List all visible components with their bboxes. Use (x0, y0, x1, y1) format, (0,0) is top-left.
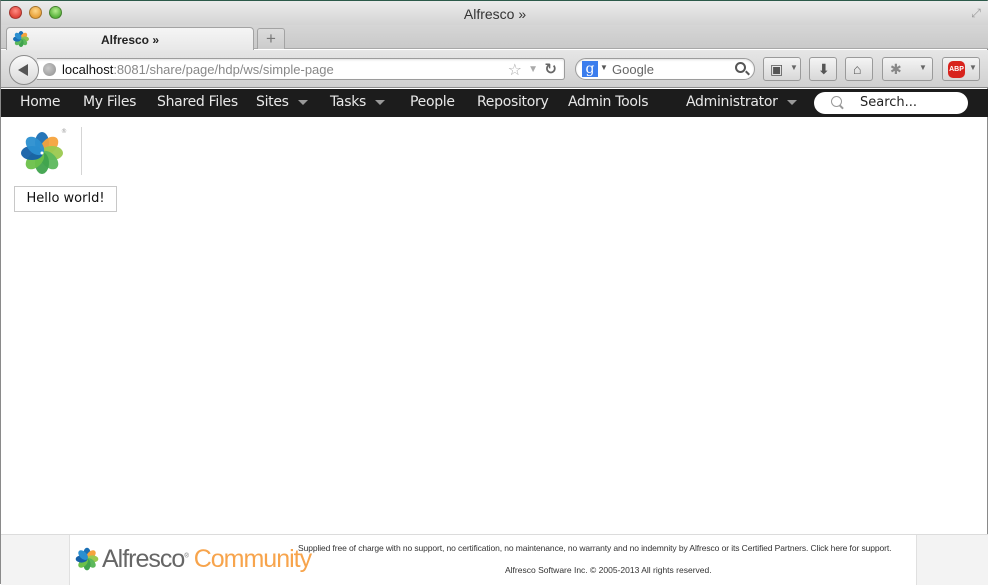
menu-item-home[interactable]: Home (20, 94, 60, 110)
addon-button[interactable]: ✱ ▼ (882, 57, 933, 81)
brand-name: Alfresco (102, 545, 185, 573)
tab-bar: Alfresco » + (1, 25, 988, 50)
menu-item-repository[interactable]: Repository (477, 94, 549, 110)
adblock-icon: ABP (948, 61, 965, 78)
home-button[interactable]: ⌂ (845, 57, 873, 81)
fullscreen-icon[interactable]: ⤢ (969, 6, 983, 20)
footer: Alfresco® Community Supplied free of cha… (1, 534, 988, 585)
footer-content: Alfresco® Community Supplied free of cha… (69, 535, 917, 585)
tab-alfresco[interactable]: Alfresco » (6, 27, 254, 50)
url-path: :8081/share/page/hdp/ws/simple-page (113, 62, 334, 77)
reload-icon[interactable]: ↻ (544, 60, 557, 78)
chevron-down-icon (786, 99, 797, 105)
menu-item-admin-tools[interactable]: Admin Tools (568, 94, 649, 110)
download-icon: ⬇ (818, 61, 830, 77)
alfresco-header-menu: Home My Files Shared Files Sites Tasks P… (1, 89, 988, 117)
bookmarks-icon: ▣ (770, 61, 784, 77)
new-tab-button[interactable]: + (257, 28, 285, 49)
search-icon[interactable] (735, 62, 746, 73)
window-title: Alfresco » (463, 6, 527, 22)
menu-item-sites[interactable]: Sites (256, 94, 308, 110)
chevron-down-icon: ▼ (790, 63, 798, 72)
engine-dropdown-icon[interactable]: ▼ (600, 63, 608, 72)
search-engine-placeholder: Google (612, 62, 654, 77)
history-dropmarker-icon[interactable]: ▼ (528, 62, 538, 78)
home-icon: ⌂ (853, 61, 862, 77)
star-icon[interactable]: ☆ (508, 60, 522, 80)
url-host: localhost (62, 62, 114, 77)
brand-registered-mark: ® (184, 553, 189, 560)
title-bar: Alfresco » ⤢ (1, 1, 988, 25)
url-bar[interactable]: localhost:8081/share/page/hdp/ws/simple-… (37, 58, 565, 80)
search-icon (831, 96, 842, 107)
menu-item-tasks[interactable]: Tasks (330, 94, 386, 110)
bookmarks-button[interactable]: ▣ ▼ (763, 57, 801, 81)
google-icon[interactable]: g (582, 61, 598, 77)
url-text[interactable]: localhost:8081/share/page/hdp/ws/simple-… (62, 62, 334, 77)
footer-brand: Alfresco® Community (102, 545, 312, 574)
back-button[interactable] (9, 55, 39, 85)
chevron-down-icon: ▼ (919, 63, 927, 72)
menu-item-people[interactable]: People (410, 94, 455, 110)
brand-edition: Community (193, 545, 312, 573)
menu-item-shared-files[interactable]: Shared Files (157, 94, 238, 110)
svg-text:®: ® (61, 128, 67, 135)
downloads-button[interactable]: ⬇ (809, 57, 837, 81)
navigation-toolbar: localhost:8081/share/page/hdp/ws/simple-… (1, 50, 988, 88)
alfresco-community-logo-icon (75, 547, 99, 571)
chevron-down-icon (297, 99, 308, 105)
back-arrow-icon (18, 64, 28, 76)
alfresco-logo[interactable]: ® (18, 127, 68, 175)
addon-icon: ✱ (890, 61, 902, 77)
browser-search-bar[interactable]: g ▼ Google (575, 58, 755, 80)
adblock-button[interactable]: ABP ▼ (942, 57, 980, 81)
logo-divider (81, 127, 82, 175)
copyright-text: Alfresco Software Inc. © 2005-2013 All r… (505, 565, 712, 575)
hello-world-button[interactable]: Hello world! (14, 186, 117, 212)
header-search-box[interactable]: Search... (814, 92, 968, 114)
browser-window: Alfresco » ⤢ Alfresco » + localhost:8081… (0, 0, 988, 585)
user-menu-administrator[interactable]: Administrator (686, 94, 797, 110)
tab-title: Alfresco » (100, 33, 160, 47)
chevron-down-icon: ▼ (969, 63, 977, 72)
globe-icon (43, 63, 56, 76)
support-notice-link[interactable]: Supplied free of charge with no support,… (298, 543, 891, 553)
chevron-down-icon (375, 99, 386, 105)
search-placeholder: Search... (860, 95, 918, 110)
menu-item-my-files[interactable]: My Files (83, 94, 136, 110)
